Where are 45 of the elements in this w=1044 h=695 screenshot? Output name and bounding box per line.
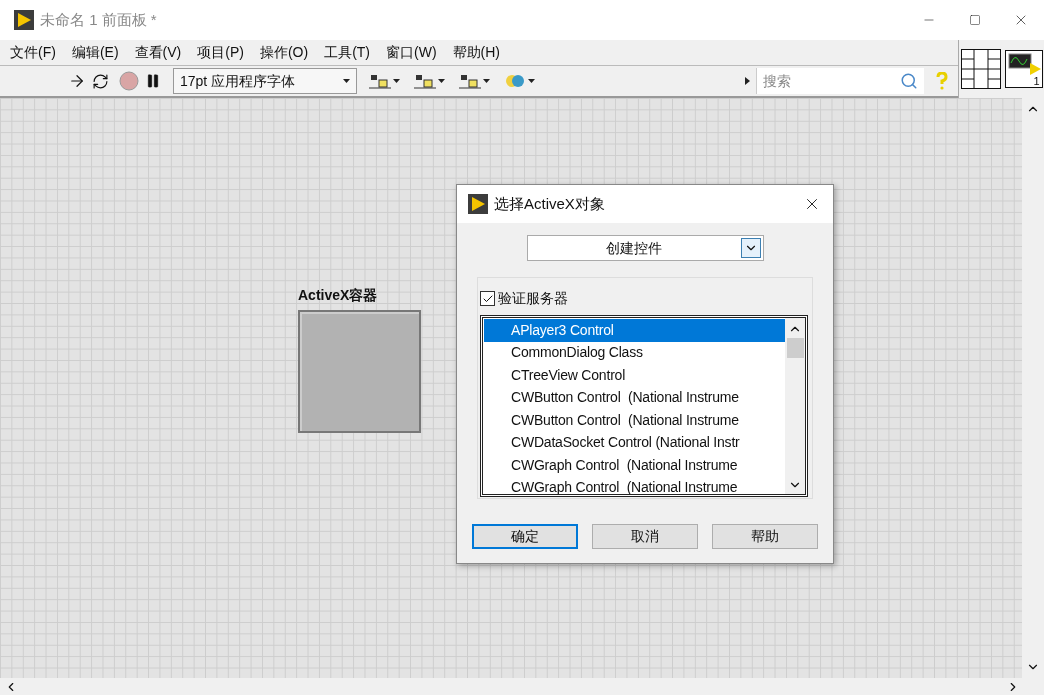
pause-icon[interactable] (145, 73, 161, 89)
caret-icon (393, 79, 400, 83)
vertical-scrollbar[interactable] (785, 318, 805, 494)
run-continuously-icon[interactable] (92, 72, 109, 90)
list-item[interactable]: CWButton Control (National Instrume (484, 409, 785, 432)
menu-item[interactable]: 帮助(H) (446, 42, 506, 63)
app-logo-icon (14, 10, 34, 30)
list-item[interactable]: APlayer3 Control (484, 319, 785, 342)
menu-item[interactable]: 窗口(W) (380, 42, 443, 63)
container-label: ActiveX容器 (298, 286, 378, 305)
list-item[interactable]: CWDataSocket Control (National Instr (484, 431, 785, 454)
caret-icon (483, 79, 490, 83)
window-title: 未命名 1 前面板 * (40, 9, 157, 30)
dialog-button[interactable]: 取消 (592, 524, 698, 549)
activex-container[interactable] (298, 310, 421, 433)
connector-pane-icon[interactable] (960, 49, 1001, 89)
maximize-icon (969, 14, 981, 26)
scroll-thumb[interactable] (786, 338, 804, 358)
menu-item[interactable]: 查看(V) (128, 42, 188, 63)
search-icon (900, 72, 918, 90)
object-list[interactable] (480, 315, 808, 497)
list-item[interactable]: CommonDialog Class (484, 341, 785, 364)
list-item[interactable]: CWGraph Control (National Instrume (484, 454, 785, 477)
dialog-logo-icon (468, 194, 488, 214)
vi-icon[interactable]: 1 (1004, 50, 1043, 88)
menu-item[interactable]: 操作(O) (253, 42, 315, 63)
menu-item[interactable]: 工具(T) (318, 42, 376, 63)
font-dropdown[interactable]: 17pt 应用程序字体 (173, 68, 357, 94)
menu-item[interactable]: 编辑(E) (65, 42, 125, 63)
mode-dropdown[interactable]: 创建控件 (526, 235, 764, 261)
list-item[interactable]: CWButton Control (National Instrume (484, 386, 785, 409)
caret-icon (528, 79, 535, 83)
dialog-title: 选择ActiveX对象 (494, 193, 605, 214)
expand-arrow-icon[interactable] (745, 77, 750, 85)
run-arrow-icon[interactable] (68, 72, 86, 90)
dropdown-button[interactable] (740, 238, 761, 258)
menu-item[interactable]: 文件(F) (4, 42, 62, 63)
list-item[interactable]: CTreeView Control (484, 364, 785, 387)
menu-item[interactable]: 项目(P) (191, 42, 250, 63)
validate-checkbox[interactable]: 验证服务器 (480, 288, 810, 309)
align-objects-icon[interactable] (369, 72, 391, 90)
caret-icon (438, 79, 445, 83)
caret-icon (343, 79, 350, 83)
dialog-button[interactable]: 确定 (472, 524, 578, 549)
dialog-button[interactable]: 帮助 (712, 524, 818, 549)
